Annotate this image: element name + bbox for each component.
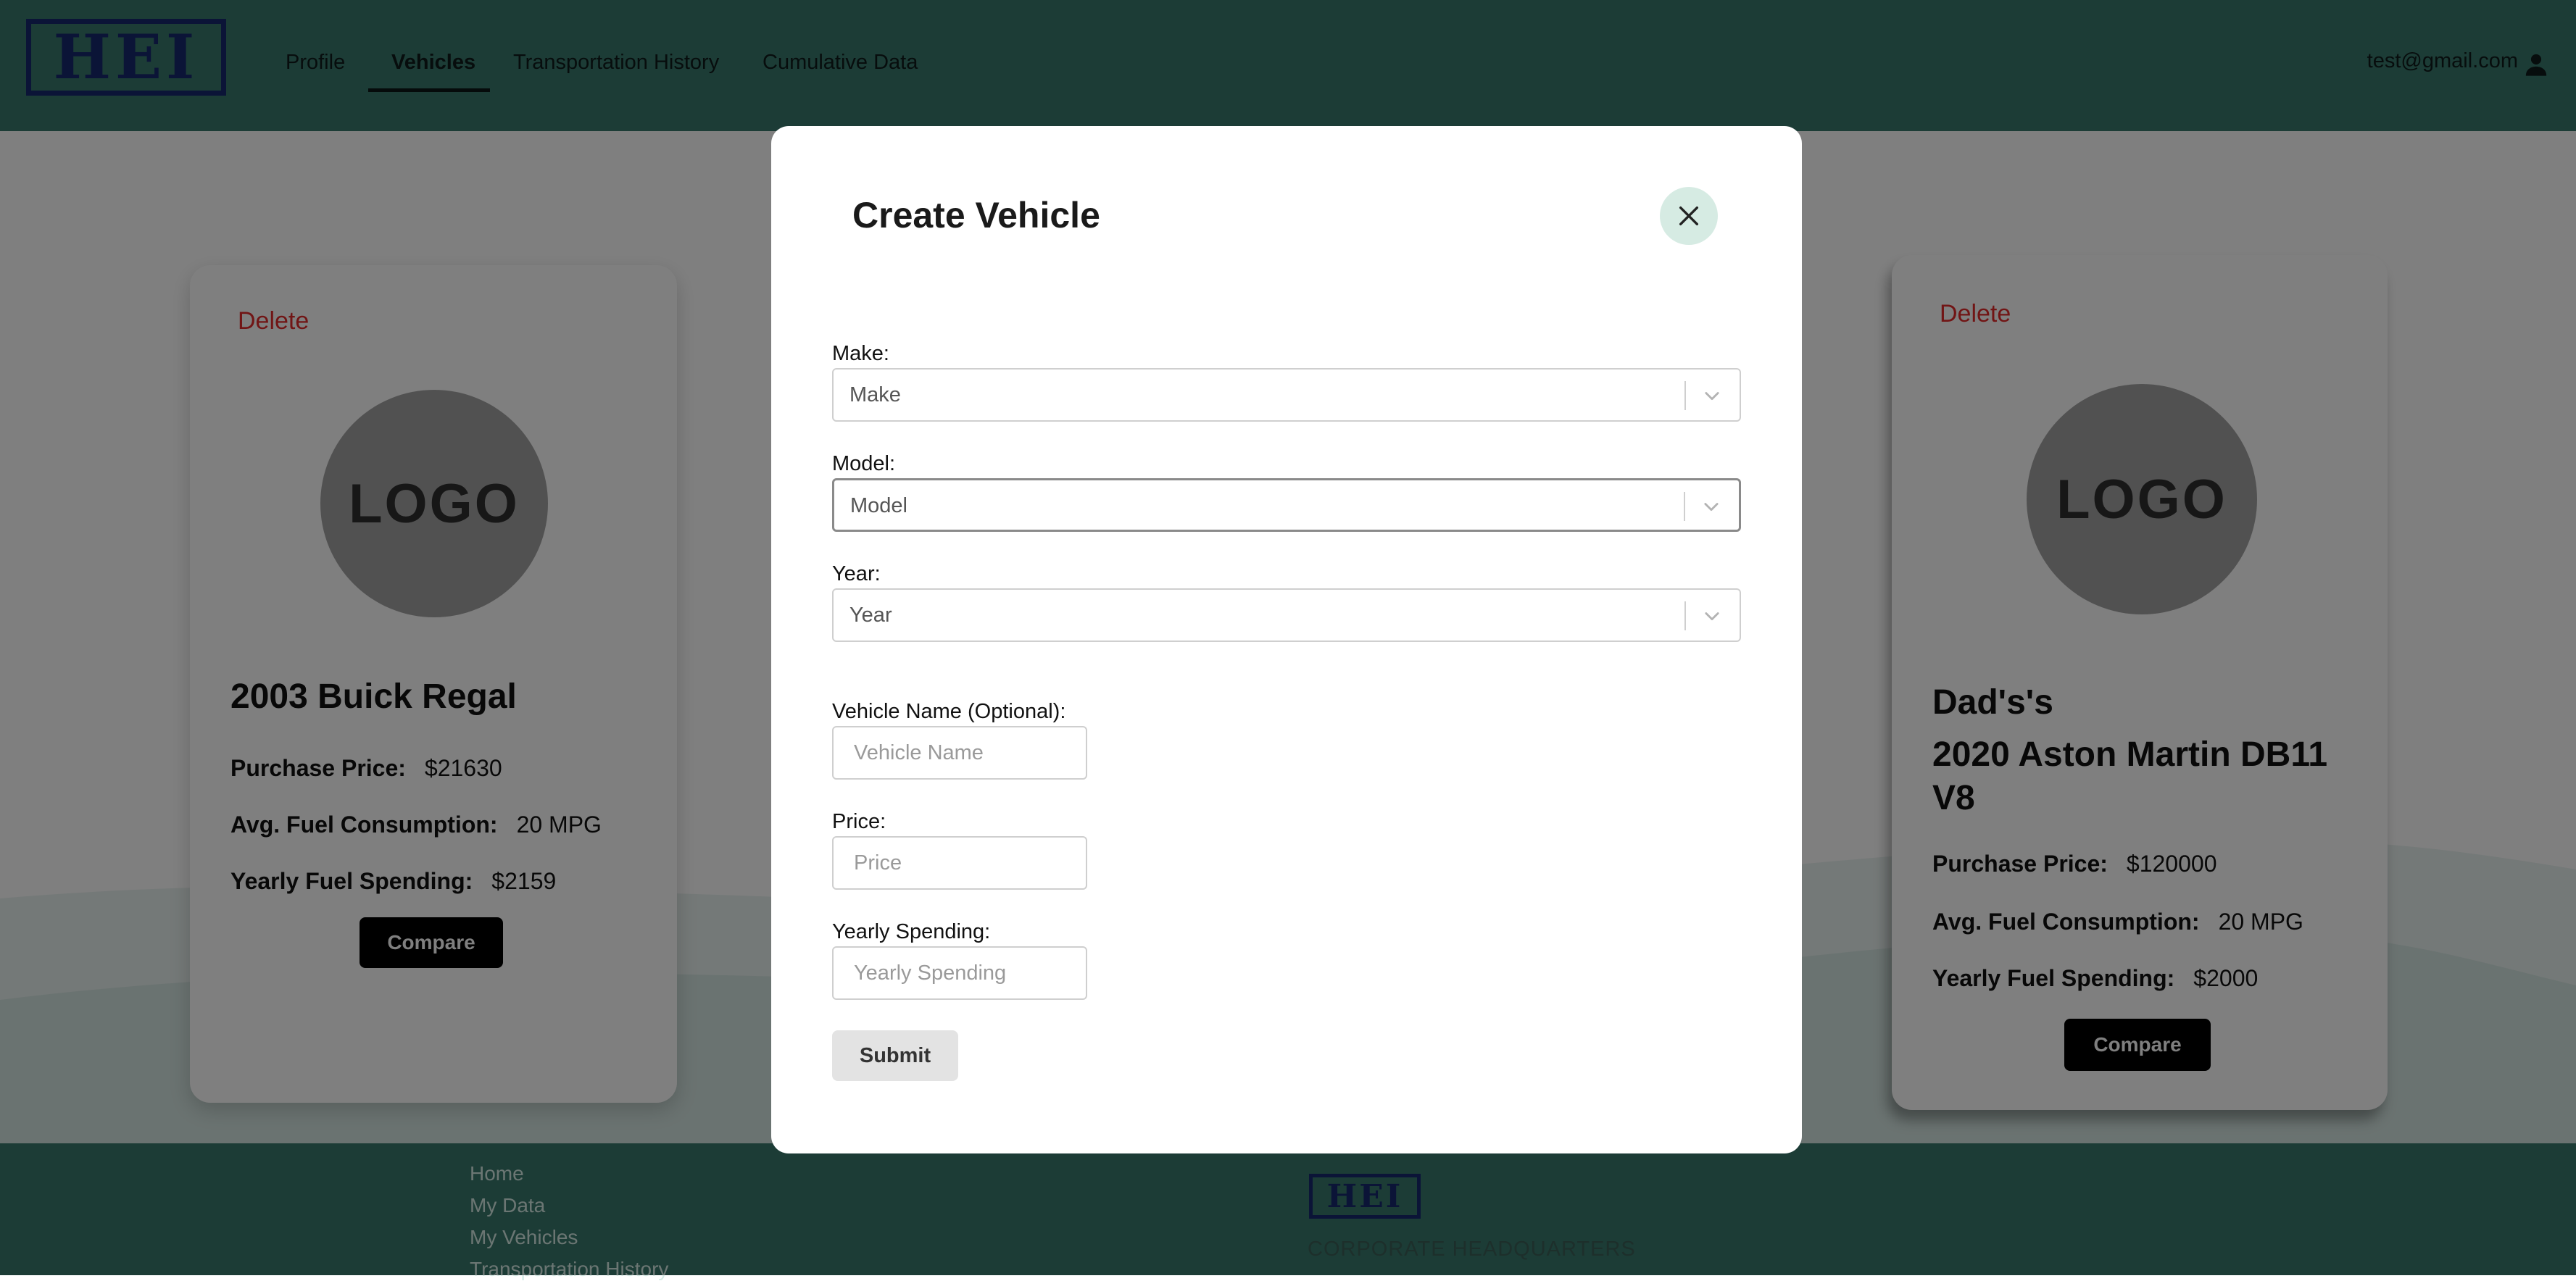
chevron-down-icon[interactable]: [1702, 606, 1722, 626]
submit-button[interactable]: Submit: [832, 1030, 958, 1081]
year-label: Year:: [832, 562, 881, 585]
modal-title: Create Vehicle: [852, 195, 1100, 235]
vehicle-name-label: Vehicle Name (Optional):: [832, 700, 1066, 723]
yearly-spending-label: Yearly Spending:: [832, 920, 991, 943]
year-select[interactable]: Year: [832, 588, 1741, 642]
price-input[interactable]: [832, 836, 1087, 890]
create-vehicle-modal: Create Vehicle Make: Make Model: Model Y…: [771, 126, 1802, 1153]
select-separator: [1684, 601, 1686, 630]
make-select[interactable]: Make: [832, 368, 1741, 422]
select-separator: [1684, 381, 1686, 410]
year-select-placeholder: Year: [849, 604, 892, 627]
chevron-down-icon[interactable]: [1701, 496, 1721, 517]
model-select-placeholder: Model: [850, 494, 907, 517]
chevron-down-icon[interactable]: [1702, 385, 1722, 406]
yearly-spending-input[interactable]: [832, 946, 1087, 1000]
model-select[interactable]: Model: [832, 478, 1741, 532]
make-select-placeholder: Make: [849, 383, 901, 406]
price-label: Price:: [832, 810, 886, 833]
model-label: Model:: [832, 452, 896, 475]
select-separator: [1684, 492, 1685, 521]
close-icon: [1679, 206, 1699, 226]
vehicle-name-input[interactable]: [832, 726, 1087, 780]
close-button[interactable]: [1660, 187, 1718, 245]
make-label: Make:: [832, 342, 889, 365]
